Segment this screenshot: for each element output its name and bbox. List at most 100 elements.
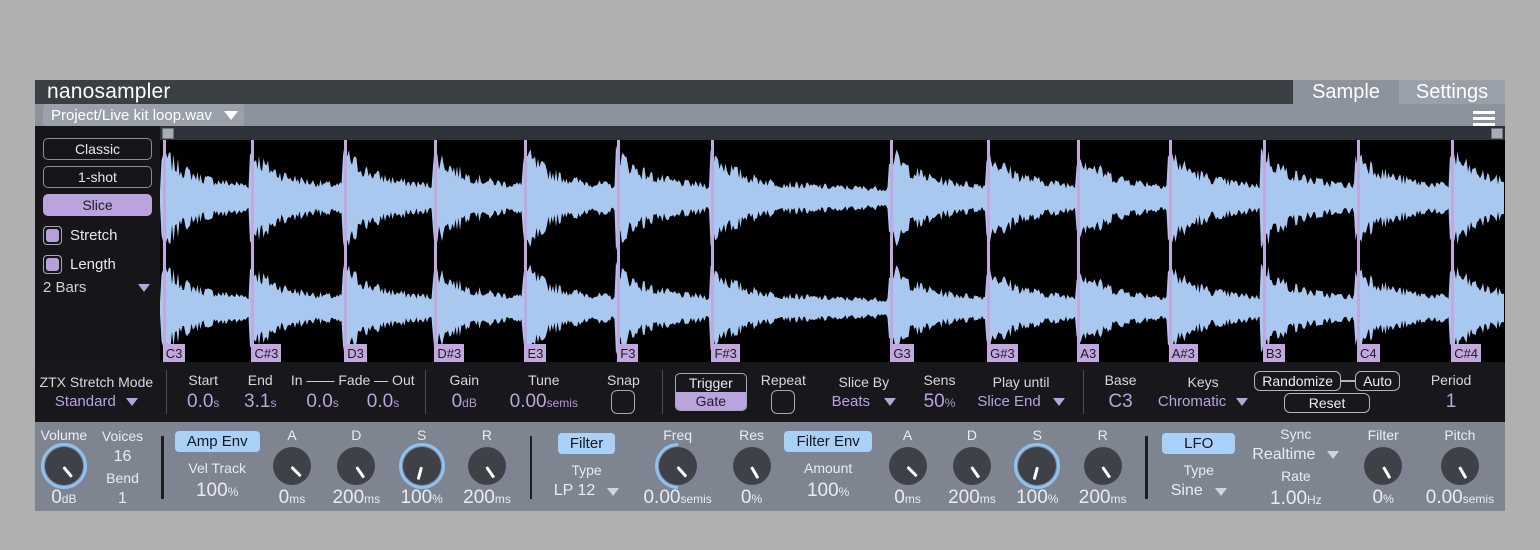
waveform-scrollbar[interactable] bbox=[160, 126, 1505, 140]
start-param[interactable]: Start 0.0s bbox=[175, 362, 232, 422]
tab-settings[interactable]: Settings bbox=[1399, 80, 1505, 104]
hamburger-menu-icon[interactable] bbox=[1473, 111, 1495, 126]
slice-note-tag[interactable]: F#3 bbox=[711, 344, 740, 362]
length-toggle-row[interactable]: Length bbox=[43, 255, 152, 274]
filter-env-sustain-param[interactable]: S 100% bbox=[1006, 424, 1069, 511]
filter-type-value[interactable]: LP 12 bbox=[554, 481, 596, 502]
slice-marker[interactable] bbox=[987, 140, 991, 362]
lfo-filter-param[interactable]: Filter 0% bbox=[1351, 424, 1414, 511]
slice-note-tag[interactable]: D#3 bbox=[434, 344, 465, 362]
filter-env-release-knob[interactable] bbox=[1083, 446, 1122, 485]
slice-marker[interactable] bbox=[434, 140, 438, 362]
slice-note-tag[interactable]: A3 bbox=[1077, 344, 1100, 362]
filter-env-sustain-knob[interactable] bbox=[1014, 442, 1061, 489]
amp-decay-param[interactable]: D 200ms bbox=[323, 424, 390, 511]
stretch-checkbox[interactable] bbox=[43, 226, 62, 245]
slice-note-tag[interactable]: B3 bbox=[1262, 344, 1285, 362]
amp-decay-knob[interactable] bbox=[337, 446, 376, 485]
slice-marker[interactable] bbox=[1262, 140, 1266, 362]
preset-selector[interactable]: Project/Live kit loop.wav bbox=[43, 104, 244, 126]
amp-env-button[interactable]: Amp Env bbox=[174, 431, 260, 453]
filter-env-attack-knob[interactable] bbox=[888, 446, 927, 485]
amp-sustain-param[interactable]: S 100% bbox=[390, 424, 453, 511]
scrollbar-handle-left[interactable] bbox=[162, 128, 174, 139]
length-value-selector[interactable]: 2 Bars bbox=[43, 279, 152, 296]
slice-note-tag[interactable]: C3 bbox=[162, 344, 186, 362]
volume-knob[interactable] bbox=[40, 442, 87, 489]
end-param[interactable]: End 3.1s bbox=[232, 362, 289, 422]
slice-marker[interactable] bbox=[890, 140, 894, 362]
slice-marker[interactable] bbox=[1168, 140, 1172, 362]
trigger-param[interactable]: Trigger Gate bbox=[671, 362, 751, 422]
slice-marker[interactable] bbox=[617, 140, 621, 362]
slice-marker[interactable] bbox=[344, 140, 348, 362]
randomize-button[interactable]: Randomize bbox=[1254, 371, 1342, 391]
slice-note-tag[interactable]: C4 bbox=[1357, 344, 1380, 362]
scrollbar-handle-right[interactable] bbox=[1491, 128, 1503, 139]
slice-note-tag[interactable]: E3 bbox=[524, 344, 547, 362]
filter-env-release-param[interactable]: R 200ms bbox=[1069, 424, 1136, 511]
slice-marker[interactable] bbox=[1077, 140, 1081, 362]
slice-note-tag[interactable]: G#3 bbox=[987, 344, 1018, 362]
lfo-rate-value[interactable]: 1.00Hz bbox=[1270, 487, 1322, 512]
length-checkbox[interactable] bbox=[43, 255, 62, 274]
waveform-canvas[interactable]: C3 C#3 D3 D#3 E3 F3 F#3 G3 G#3 A3 A#3 B3 C4 C#4 bbox=[160, 140, 1505, 362]
filter-button[interactable]: Filter bbox=[557, 433, 616, 455]
snap-param[interactable]: Snap bbox=[593, 362, 654, 422]
amp-release-param[interactable]: R 200ms bbox=[453, 424, 520, 511]
slice-note-tag[interactable]: D3 bbox=[344, 344, 367, 362]
lfo-type-value[interactable]: Sine bbox=[1171, 481, 1203, 502]
base-param[interactable]: Base C3 bbox=[1092, 362, 1149, 422]
mode-button-slice[interactable]: Slice bbox=[43, 194, 152, 216]
amp-attack-knob[interactable] bbox=[272, 446, 311, 485]
slice-note-tag[interactable]: A#3 bbox=[1168, 344, 1198, 362]
play-until-param[interactable]: Play until Slice End bbox=[967, 362, 1075, 422]
stretch-toggle-row[interactable]: Stretch bbox=[43, 226, 152, 245]
lfo-pitch-param[interactable]: Pitch 0.00semis bbox=[1415, 424, 1505, 511]
repeat-param[interactable]: Repeat bbox=[751, 362, 816, 422]
amp-sustain-knob[interactable] bbox=[398, 442, 445, 489]
filter-res-knob[interactable] bbox=[732, 446, 771, 485]
filter-res-param[interactable]: Res 0% bbox=[724, 424, 780, 511]
slice-marker[interactable] bbox=[251, 140, 255, 362]
tune-param[interactable]: Tune 0.00semis bbox=[495, 362, 593, 422]
auto-button[interactable]: Auto bbox=[1355, 371, 1400, 391]
filter-env-decay-knob[interactable] bbox=[952, 446, 991, 485]
volume-param[interactable]: Volume 0dB bbox=[35, 424, 93, 511]
slice-marker[interactable] bbox=[1451, 140, 1455, 362]
ztx-stretch-mode-cell[interactable]: ZTX Stretch Mode Standard bbox=[35, 362, 158, 422]
slice-marker[interactable] bbox=[711, 140, 715, 362]
sens-param[interactable]: Sens 50% bbox=[912, 362, 967, 422]
snap-checkbox[interactable] bbox=[611, 390, 636, 415]
lfo-sync-value[interactable]: Realtime bbox=[1252, 445, 1315, 466]
filter-env-amount-value[interactable]: 100% bbox=[807, 479, 849, 504]
amp-release-knob[interactable] bbox=[467, 446, 506, 485]
fade-out-value[interactable]: 0.0s bbox=[367, 390, 399, 414]
lfo-button[interactable]: LFO bbox=[1162, 433, 1236, 455]
filter-freq-knob[interactable] bbox=[658, 446, 697, 485]
tab-sample[interactable]: Sample bbox=[1293, 80, 1399, 104]
trigger-control[interactable]: Trigger Gate bbox=[674, 373, 747, 411]
keys-param[interactable]: Keys Chromatic bbox=[1149, 362, 1257, 422]
slice-marker[interactable] bbox=[524, 140, 528, 362]
period-param[interactable]: Period 1 bbox=[1397, 362, 1505, 422]
mode-button-1shot[interactable]: 1-shot bbox=[43, 166, 152, 188]
filter-freq-param[interactable]: Freq 0.00semis bbox=[632, 424, 724, 511]
filter-env-button[interactable]: Filter Env bbox=[784, 431, 872, 453]
slice-note-tag[interactable]: C#3 bbox=[251, 344, 282, 362]
slice-note-tag[interactable]: F3 bbox=[617, 344, 639, 362]
slice-by-param[interactable]: Slice By Beats bbox=[816, 362, 912, 422]
reset-button[interactable]: Reset bbox=[1283, 393, 1371, 413]
slice-marker[interactable] bbox=[162, 140, 166, 362]
filter-env-attack-param[interactable]: A 0ms bbox=[877, 424, 939, 511]
mode-button-classic[interactable]: Classic bbox=[43, 138, 152, 160]
waveform-display[interactable]: C3 C#3 D3 D#3 E3 F3 F#3 G3 G#3 A3 A#3 B3 C4 C#4 bbox=[160, 126, 1505, 362]
slice-note-tag[interactable]: C#4 bbox=[1451, 344, 1482, 362]
lfo-pitch-knob[interactable] bbox=[1440, 446, 1479, 485]
filter-env-decay-param[interactable]: D 200ms bbox=[938, 424, 1005, 511]
voices-bend-group[interactable]: Voices 16 Bend 1 bbox=[93, 424, 153, 511]
lfo-filter-knob[interactable] bbox=[1364, 446, 1403, 485]
gain-param[interactable]: Gain 0dB bbox=[434, 362, 495, 422]
vel-track-value[interactable]: 100% bbox=[196, 479, 238, 504]
amp-attack-param[interactable]: A 0ms bbox=[261, 424, 323, 511]
